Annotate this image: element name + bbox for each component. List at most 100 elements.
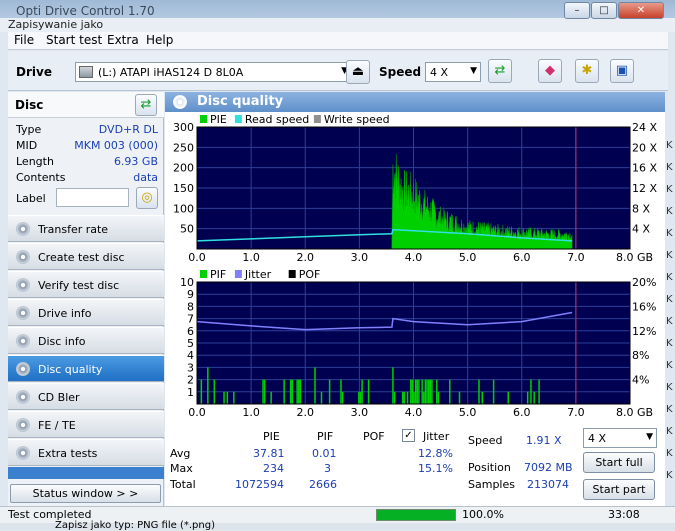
- minimize-button[interactable]: –: [564, 2, 590, 19]
- disc-label-button[interactable]: ◎: [136, 187, 158, 209]
- y2-tick-label: 20%: [632, 276, 656, 289]
- y-tick-label: 250: [173, 141, 194, 154]
- y-tick-label: 2: [187, 374, 194, 387]
- legend-label: Write speed: [324, 113, 390, 126]
- erase-button[interactable]: ◆: [538, 59, 562, 83]
- disc-header: Disc ⇄: [8, 92, 164, 118]
- nav-drive-info[interactable]: Drive info: [8, 299, 164, 326]
- x-tick-label: 2.0: [297, 406, 315, 419]
- disc-icon: ◎: [141, 190, 153, 205]
- disc-icon: [16, 334, 30, 348]
- x-tick-label: 7.0: [567, 251, 585, 264]
- x-tick-label: 0.0: [188, 251, 206, 264]
- refresh-button[interactable]: ⇄: [488, 59, 512, 83]
- disc-type-key: Type: [16, 123, 42, 136]
- options-button[interactable]: ✱: [575, 59, 599, 83]
- disc-refresh-button[interactable]: ⇄: [135, 94, 157, 116]
- position-label: Position: [468, 461, 511, 474]
- disc-icon: [16, 390, 30, 404]
- y-tick-label: 100: [173, 202, 194, 215]
- menu-extra[interactable]: Extra: [107, 33, 139, 47]
- legend-label: Jitter: [244, 268, 272, 281]
- maximize-button[interactable]: □: [591, 2, 617, 19]
- y2-tick-label: 16 X: [632, 162, 657, 175]
- nav-fe-te[interactable]: FE / TE: [8, 411, 164, 438]
- nav-label: FE / TE: [38, 419, 76, 432]
- drive-select[interactable]: (L:) ATAPI iHAS124 D 8L0A ▼: [75, 62, 351, 82]
- nav-disc-quality[interactable]: Disc quality: [8, 355, 164, 382]
- menu-start-test[interactable]: Start test: [46, 33, 102, 47]
- y-tick-label: 5: [187, 337, 194, 350]
- x-tick-label: 5.0: [459, 406, 477, 419]
- background-window-strip: Zapisywanie jako: [0, 18, 675, 32]
- y-tick-label: 300: [173, 121, 194, 134]
- x-tick-label: 8.0 GB: [616, 251, 653, 264]
- test-speed-select[interactable]: 4 X ▼: [583, 428, 657, 448]
- floppy-icon: ▣: [615, 63, 629, 78]
- status-window-button[interactable]: Status window > >: [10, 484, 161, 503]
- pif-chart: PIF Jitter POF 0.0 1.0 2.0 3.0 4.0 5.0 6.0 7.0 8.0 …: [180, 268, 656, 419]
- panel-title: Disc quality: [197, 94, 284, 109]
- legend-label: Read speed: [245, 113, 309, 126]
- y2-tick-label: 8%: [632, 349, 649, 362]
- x-tick-label: 6.0: [513, 406, 531, 419]
- disc-icon: [16, 222, 30, 236]
- disc-label-input[interactable]: [56, 188, 129, 207]
- panel-header: Disc quality: [165, 92, 665, 112]
- nav-disc-info[interactable]: Disc info: [8, 327, 164, 354]
- disc-label-key: Label: [16, 192, 46, 205]
- x-tick-label: 1.0: [242, 406, 260, 419]
- disc-mid-key: MID: [16, 139, 38, 152]
- nav-extra-tests[interactable]: Extra tests: [8, 439, 164, 466]
- y-tick-label: 200: [173, 162, 194, 175]
- stats-avg-label: Avg: [170, 447, 191, 460]
- pie-chart: PIE Read speed Write speed 0.0 1.0 2.0 3.0 4.0 5…: [173, 113, 657, 264]
- background-dialog-text: Zapisz jako typ: PNG file (*.png): [55, 520, 215, 531]
- x-tick-label: 1.0: [242, 251, 260, 264]
- nav-transfer-rate[interactable]: Transfer rate: [8, 215, 164, 242]
- disc-icon: [16, 418, 30, 432]
- jitter-checkbox[interactable]: ✓: [402, 429, 415, 442]
- eraser-icon: ◆: [545, 63, 555, 78]
- stats-avg-jitter: 12.8%: [418, 447, 453, 460]
- y-tick-label: 10: [180, 276, 194, 289]
- stats-header-pif: PIF: [317, 430, 334, 443]
- start-part-button[interactable]: Start part: [583, 479, 655, 500]
- y2-tick-label: 12%: [632, 325, 656, 338]
- progress-bar: [376, 509, 456, 521]
- legend-swatch: [234, 115, 242, 123]
- drive-label: Drive: [16, 65, 52, 79]
- menu-help[interactable]: Help: [146, 33, 173, 47]
- disc-contents-key: Contents: [16, 171, 66, 184]
- speed-select[interactable]: 4 X ▼: [425, 62, 481, 82]
- close-button[interactable]: ✕: [618, 2, 664, 19]
- position-value: 7092 MB: [524, 461, 573, 474]
- y-tick-label: 1: [187, 386, 194, 399]
- nav-label: Create test disc: [38, 251, 125, 264]
- stats-total-label: Total: [170, 478, 196, 491]
- menu-bar: File Start test Extra Help: [8, 32, 668, 50]
- chevron-down-icon: ▼: [646, 432, 653, 442]
- gears-icon: ✱: [581, 63, 593, 78]
- menu-file[interactable]: File: [14, 33, 34, 47]
- nav-cd-bler[interactable]: CD Bler: [8, 383, 164, 410]
- disc-length-key: Length: [16, 155, 54, 168]
- disc-icon: [16, 362, 30, 376]
- legend-label: PIE: [210, 113, 227, 126]
- speed-readout-label: Speed: [468, 434, 503, 447]
- nav-create-test-disc[interactable]: Create test disc: [8, 243, 164, 270]
- x-tick-label: 6.0: [513, 251, 531, 264]
- nav-verify-test-disc[interactable]: Verify test disc: [8, 271, 164, 298]
- start-full-button[interactable]: Start full: [583, 452, 655, 473]
- stats-avg-pie: 37.81: [253, 447, 285, 460]
- stats-header-pof: POF: [363, 430, 385, 443]
- y-tick-label: 150: [173, 182, 194, 195]
- eject-button[interactable]: ⏏: [346, 60, 370, 84]
- stats-header-pie: PIE: [263, 430, 280, 443]
- toolbar: Drive (L:) ATAPI iHAS124 D 8L0A ▼ ⏏ Spee…: [8, 51, 668, 91]
- disc-icon: [173, 95, 187, 109]
- chevron-down-icon: ▼: [470, 66, 477, 76]
- save-button[interactable]: ▣: [610, 59, 634, 83]
- stats-header-jitter: Jitter: [423, 430, 450, 443]
- legend-swatch: [313, 115, 321, 123]
